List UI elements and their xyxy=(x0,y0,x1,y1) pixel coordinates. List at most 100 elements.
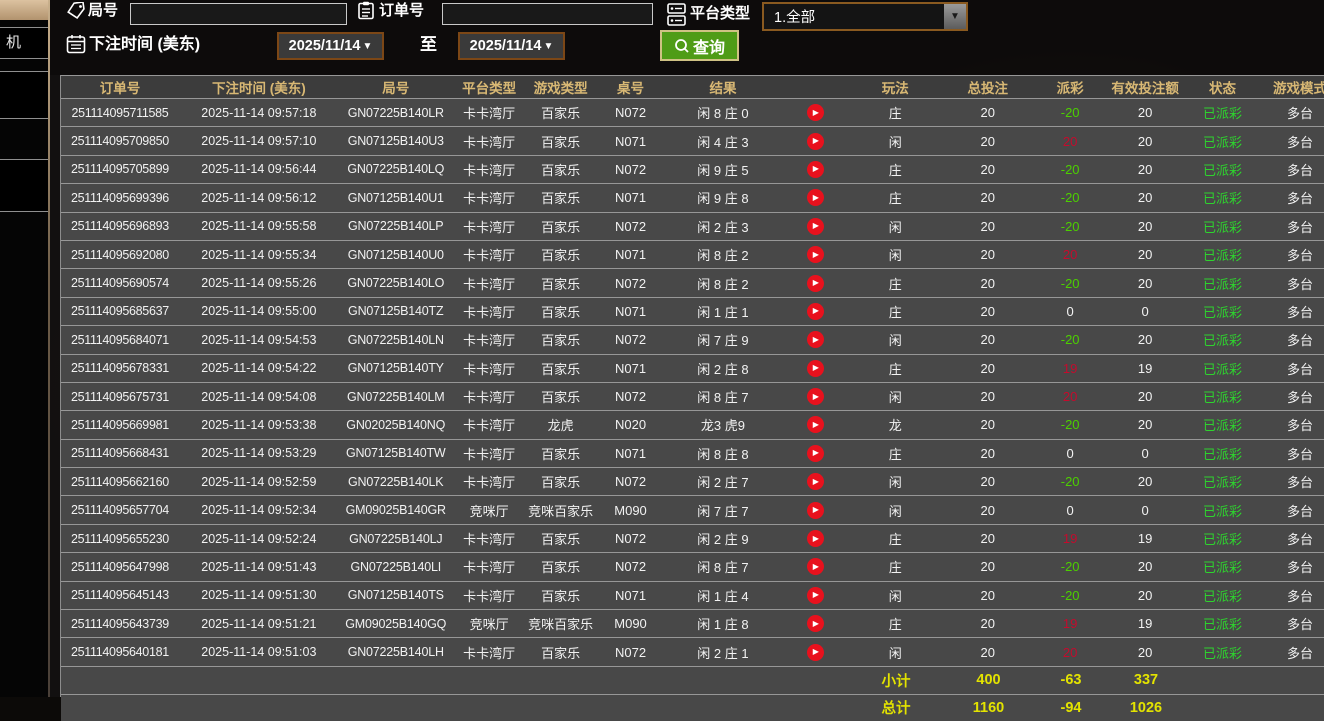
status: 已派彩 xyxy=(1203,361,1243,377)
game-type: 百家乐 xyxy=(541,248,581,264)
result: 闲 8 庄 0 xyxy=(697,106,749,122)
date-to-picker[interactable]: 2025/11/14 ▼ xyxy=(458,32,565,60)
play-video-button[interactable]: ▶ xyxy=(806,444,824,462)
result: 闲 9 庄 5 xyxy=(697,162,749,178)
total-bet: 20 xyxy=(980,559,995,575)
total-bet: 20 xyxy=(980,587,995,603)
round-id-input[interactable] xyxy=(130,3,347,25)
game-type: 百家乐 xyxy=(541,134,581,150)
header-round-id: 局号 xyxy=(382,81,410,96)
table-number: N071 xyxy=(614,303,647,319)
bet-side: 庄 xyxy=(888,361,902,377)
play-icon: ▶ xyxy=(812,363,819,373)
play-video-button[interactable]: ▶ xyxy=(806,331,824,349)
valid-bet: 20 xyxy=(1137,105,1153,121)
play-video-button[interactable]: ▶ xyxy=(806,615,824,633)
valid-bet: 20 xyxy=(1137,559,1153,575)
platform-type: 卡卡湾厅 xyxy=(463,361,516,377)
play-video-button[interactable]: ▶ xyxy=(806,643,824,661)
payout: -20 xyxy=(1060,474,1080,490)
payout: 0 xyxy=(1066,502,1074,518)
result: 闲 2 庄 9 xyxy=(697,532,749,548)
valid-bet: 0 xyxy=(1141,502,1149,518)
status: 已派彩 xyxy=(1203,560,1243,576)
result-cell: ▶ xyxy=(780,383,850,410)
valid-bet: 20 xyxy=(1137,275,1153,291)
play-icon: ▶ xyxy=(812,249,819,259)
round-id: GN02025B140NQ xyxy=(346,417,446,432)
order-number: 251114095643739 xyxy=(70,616,169,631)
play-video-button[interactable]: ▶ xyxy=(806,132,824,150)
bet-time: 2025-11-14 09:51:21 xyxy=(201,616,317,631)
table-number: N071 xyxy=(614,587,647,603)
play-video-button[interactable]: ▶ xyxy=(806,217,824,235)
play-video-button[interactable]: ▶ xyxy=(806,416,824,434)
status: 已派彩 xyxy=(1203,219,1243,235)
play-video-button[interactable]: ▶ xyxy=(806,160,824,178)
round-id: GN07125B140U3 xyxy=(347,134,444,149)
status: 已派彩 xyxy=(1203,390,1243,406)
play-video-button[interactable]: ▶ xyxy=(806,246,824,264)
status: 已派彩 xyxy=(1203,248,1243,264)
result: 闲 9 庄 8 xyxy=(697,191,749,207)
bet-time: 2025-11-14 09:55:26 xyxy=(201,276,317,291)
payout: 0 xyxy=(1066,303,1074,319)
table-row: 251114095709850 2025-11-14 09:57:10 GN0712… xyxy=(61,126,1324,155)
play-video-button[interactable]: ▶ xyxy=(806,274,824,292)
game-type: 百家乐 xyxy=(541,560,581,576)
search-button[interactable]: 查询 xyxy=(660,30,739,61)
play-video-button[interactable]: ▶ xyxy=(806,501,824,519)
platform-type: 卡卡湾厅 xyxy=(463,560,516,576)
sidebar-item[interactable] xyxy=(0,159,48,212)
sidebar-item-machine[interactable]: 机 xyxy=(0,27,48,59)
bet-time: 2025-11-14 09:52:24 xyxy=(201,531,317,546)
play-video-button[interactable]: ▶ xyxy=(806,558,824,576)
total-bet: 20 xyxy=(980,644,995,660)
valid-bet: 20 xyxy=(1137,332,1153,348)
play-icon: ▶ xyxy=(812,192,819,202)
round-id: GN07225B140LJ xyxy=(349,531,443,546)
status: 已派彩 xyxy=(1203,304,1243,320)
bet-time: 2025-11-14 09:57:18 xyxy=(201,105,317,120)
bet-time: 2025-11-14 09:55:34 xyxy=(201,247,317,262)
result: 闲 7 庄 7 xyxy=(697,503,749,519)
table-number: N071 xyxy=(614,190,647,206)
payout: -20 xyxy=(1060,332,1080,348)
platform-type: 卡卡湾厅 xyxy=(463,106,516,122)
play-video-button[interactable]: ▶ xyxy=(806,586,824,604)
payout: -20 xyxy=(1060,275,1080,291)
search-button-label: 查询 xyxy=(692,39,725,57)
status: 已派彩 xyxy=(1203,645,1243,661)
bet-side: 庄 xyxy=(888,106,902,122)
total-total-bet: 1160 xyxy=(972,699,1005,716)
table-row: 251114095655230 2025-11-14 09:52:24 GN0722… xyxy=(61,523,1324,553)
platform-type-select[interactable]: 1.全部 ▼ xyxy=(762,2,968,31)
sidebar-item[interactable] xyxy=(0,71,48,119)
valid-bet: 19 xyxy=(1137,360,1153,376)
play-video-button[interactable]: ▶ xyxy=(806,530,824,548)
result-cell: ▶ xyxy=(780,326,850,353)
date-from-picker[interactable]: 2025/11/14 ▼ xyxy=(277,32,384,60)
header-result: 结果 xyxy=(709,81,737,96)
payout: 20 xyxy=(1062,389,1078,405)
total-bet: 20 xyxy=(980,275,995,291)
round-id: GN07125B140TY xyxy=(347,361,444,376)
order-number-input[interactable] xyxy=(442,3,653,25)
play-video-button[interactable]: ▶ xyxy=(806,302,824,320)
table-row: 251114095678331 2025-11-14 09:54:22 GN0712… xyxy=(61,353,1324,382)
play-video-button[interactable]: ▶ xyxy=(806,359,824,377)
round-id: GN07125B140TW xyxy=(345,446,446,461)
play-video-button[interactable]: ▶ xyxy=(806,388,824,406)
valid-bet: 20 xyxy=(1137,417,1153,433)
order-number: 251114095692080 xyxy=(70,247,169,262)
result: 闲 2 庄 1 xyxy=(697,645,749,661)
status: 已派彩 xyxy=(1203,333,1243,349)
valid-bet: 20 xyxy=(1137,218,1153,234)
play-video-button[interactable]: ▶ xyxy=(806,189,824,207)
play-video-button[interactable]: ▶ xyxy=(806,104,824,122)
game-type: 百家乐 xyxy=(541,645,581,661)
play-video-button[interactable]: ▶ xyxy=(806,473,824,491)
order-number: 251114095705899 xyxy=(70,162,169,177)
header-platform-type: 平台类型 xyxy=(462,81,517,96)
result: 闲 2 庄 8 xyxy=(697,361,749,377)
